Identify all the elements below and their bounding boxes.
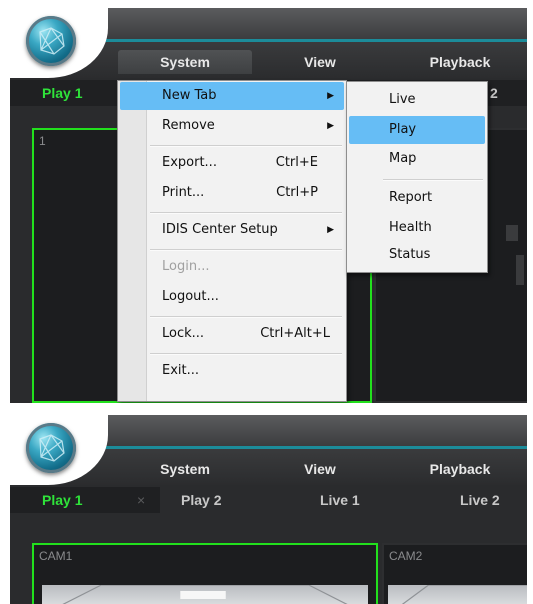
tab-close-icon[interactable]: × [137, 487, 145, 513]
menu-item-label: Lock... [162, 326, 205, 341]
menu-item-remove[interactable]: Remove ▶ [120, 112, 344, 140]
camera-label: CAM1 [39, 549, 73, 563]
menu-item-label: Play [389, 122, 417, 137]
bottom-screenshot-panel: System View Playback Play 1 × Play 2 Liv… [10, 415, 527, 604]
system-dropdown-menu: New Tab ▶ Remove ▶ Export... Ctrl+E Prin… [117, 80, 347, 402]
camera-cell-cam1[interactable]: CAM1 [32, 543, 378, 604]
submenu-item-status[interactable]: Status [349, 241, 485, 269]
submenu-arrow-icon: ▶ [327, 91, 334, 101]
menu-item-export[interactable]: Export... Ctrl+E [120, 149, 344, 177]
menu-system[interactable]: System [118, 50, 252, 74]
menu-item-label: Print... [162, 185, 205, 200]
menu-item-exit[interactable]: Exit... [120, 357, 344, 385]
menu-separator [150, 145, 342, 147]
menu-item-label: Exit... [162, 363, 200, 378]
menu-item-label: Map [389, 151, 417, 166]
ceiling-perspective-icon [62, 584, 348, 604]
menu-item-label: Export... [162, 155, 217, 170]
menu-separator [383, 179, 483, 181]
cell-decoration [516, 255, 524, 285]
submenu-item-report[interactable]: Report [349, 184, 485, 212]
menu-playback[interactable]: Playback [405, 50, 515, 74]
submenu-arrow-icon: ▶ [327, 121, 334, 131]
tab-play-1[interactable]: Play 1 [42, 487, 82, 513]
menu-item-new-tab[interactable]: New Tab ▶ [120, 82, 344, 110]
menu-item-label: New Tab [162, 88, 217, 103]
tab-play-1[interactable]: Play 1 [42, 80, 82, 106]
menu-item-print[interactable]: Print... Ctrl+P [120, 179, 344, 207]
cell-decoration [506, 225, 518, 241]
camera-cell-cam2[interactable]: CAM2 [382, 543, 527, 604]
menu-separator [150, 212, 342, 214]
menu-item-idis-center-setup[interactable]: IDIS Center Setup ▶ [120, 216, 344, 244]
menu-separator [150, 353, 342, 355]
menu-item-label: Status [389, 247, 431, 262]
menu-shortcut: Ctrl+P [276, 185, 318, 200]
submenu-item-play[interactable]: Play [349, 116, 485, 144]
new-tab-submenu: Live Play Map Report Health Status [346, 81, 488, 273]
menu-separator [150, 316, 342, 318]
idis-logo-icon[interactable] [26, 16, 76, 66]
menu-item-lock[interactable]: Lock... Ctrl+Alt+L [120, 320, 344, 348]
submenu-item-map[interactable]: Map [349, 145, 485, 173]
menu-item-label: Live [389, 92, 416, 107]
menu-shortcut: Ctrl+Alt+L [260, 326, 330, 341]
menu-item-logout[interactable]: Logout... [120, 283, 344, 311]
camera-preview-image [42, 584, 368, 604]
tab-live-1[interactable]: Live 1 [320, 487, 360, 513]
menu-item-label: Report [389, 190, 433, 205]
menu-system[interactable]: System [118, 457, 252, 481]
tab-play-2[interactable]: 2 [490, 80, 498, 106]
menu-view[interactable]: View [280, 457, 360, 481]
menu-shortcut: Ctrl+E [275, 155, 318, 170]
menu-view[interactable]: View [280, 50, 360, 74]
menu-item-label: Logout... [162, 289, 219, 304]
tab-play-2[interactable]: Play 2 [181, 487, 221, 513]
menu-item-login: Login... [120, 253, 344, 281]
menu-playback[interactable]: Playback [405, 457, 515, 481]
tab-bar: Play 1 × Play 2 Live 1 Live 2 [10, 487, 527, 513]
camera-label: CAM2 [389, 549, 423, 563]
menu-item-label: IDIS Center Setup [162, 222, 278, 237]
camera-preview-image [388, 584, 527, 604]
menu-item-label: Login... [162, 259, 210, 274]
submenu-arrow-icon: ▶ [327, 225, 334, 235]
tab-live-2[interactable]: Live 2 [460, 487, 500, 513]
ceiling-perspective-icon [401, 584, 527, 604]
menu-item-label: Health [389, 220, 432, 235]
submenu-item-health[interactable]: Health [349, 214, 485, 242]
menu-separator [150, 249, 342, 251]
submenu-item-live[interactable]: Live [349, 86, 485, 114]
idis-logo-icon[interactable] [26, 423, 76, 473]
cell-number-label: 1 [39, 134, 46, 148]
top-screenshot-panel: System View Playback Play 1 2 1 New Tab … [10, 8, 527, 403]
menu-item-label: Remove [162, 118, 215, 133]
